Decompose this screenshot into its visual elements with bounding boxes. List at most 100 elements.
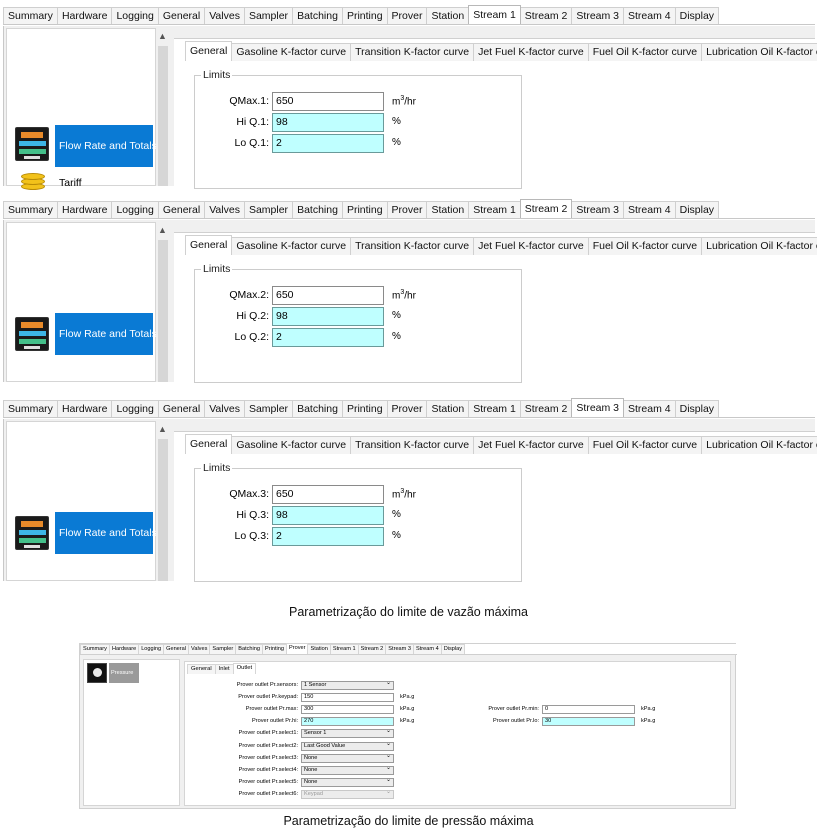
tab-general[interactable]: General <box>157 7 206 24</box>
lo-q-3-input[interactable]: 2 <box>272 527 384 546</box>
tab-stream-1[interactable]: Stream 1 <box>468 5 521 24</box>
tab-stream-4[interactable]: Stream 4 <box>623 400 676 417</box>
tab-hardware[interactable]: Hardware <box>56 400 113 417</box>
tab-prover[interactable]: Prover <box>386 201 428 218</box>
tab-hardware[interactable]: Hardware <box>56 7 113 24</box>
tab-general[interactable]: General <box>157 400 206 417</box>
qmax-1-input[interactable]: 650 <box>272 92 384 111</box>
mini-input[interactable]: 0 <box>542 705 635 714</box>
tab-stream-3[interactable]: Stream 3 <box>571 201 625 218</box>
mini-tab-logging[interactable]: Logging <box>138 644 165 654</box>
mini-subtab-inlet[interactable]: Inlet <box>214 664 234 674</box>
tab-batching[interactable]: Batching <box>292 400 343 417</box>
scroll-thumb[interactable] <box>158 46 168 186</box>
scroll-up-icon[interactable]: ▲ <box>158 31 167 41</box>
mini-select[interactable]: None <box>301 777 394 787</box>
mini-tab-stream-4[interactable]: Stream 4 <box>413 644 442 654</box>
tab-valves[interactable]: Valves <box>204 201 245 218</box>
tab-station[interactable]: Station <box>426 7 470 24</box>
mini-category-list[interactable]: Pressure <box>83 659 180 806</box>
tab-sampler[interactable]: Sampler <box>243 7 294 24</box>
tab-valves[interactable]: Valves <box>204 400 245 417</box>
tab-stream-2[interactable]: Stream 2 <box>519 7 573 24</box>
tab-stream-3[interactable]: Stream 3 <box>571 398 625 417</box>
tab-summary[interactable]: Summary <box>3 7 58 24</box>
mini-select[interactable]: Sensor 1 <box>301 728 394 739</box>
subtab-general[interactable]: General <box>185 41 233 61</box>
mini-tab-sampler[interactable]: Sampler <box>209 644 237 654</box>
mini-select[interactable]: None <box>301 765 394 775</box>
tab-stream-4[interactable]: Stream 4 <box>623 201 676 218</box>
hi-q-3-input[interactable]: 98 <box>272 506 384 525</box>
scroll-thumb[interactable] <box>158 439 168 581</box>
tab-stream-3[interactable]: Stream 3 <box>571 7 625 24</box>
mini-tab-printing[interactable]: Printing <box>262 644 287 654</box>
lo-q-1-input[interactable]: 2 <box>272 134 384 153</box>
subtab-gasoline-k-factor-curve[interactable]: Gasoline K-factor curve <box>231 237 352 255</box>
tab-sampler[interactable]: Sampler <box>243 201 294 218</box>
category-list[interactable]: Flow Rate and Totals <box>6 222 157 382</box>
tab-display[interactable]: Display <box>674 400 720 417</box>
subtab-jet-fuel-k-factor-curve[interactable]: Jet Fuel K-factor curve <box>473 43 589 61</box>
subtab-general[interactable]: General <box>185 434 233 454</box>
mini-subtab-outlet[interactable]: Outlet <box>232 663 257 674</box>
scroll-up-icon[interactable]: ▲ <box>158 225 167 235</box>
hi-q-1-input[interactable]: 98 <box>272 113 384 132</box>
lo-q-2-input[interactable]: 2 <box>272 328 384 347</box>
mini-input[interactable]: 30 <box>542 717 635 726</box>
subtab-fuel-oil-k-factor-curve[interactable]: Fuel Oil K-factor curve <box>587 237 703 255</box>
list-scrollbar[interactable]: ▲ <box>156 421 170 581</box>
subtab-transition-k-factor-curve[interactable]: Transition K-factor curve <box>350 43 475 61</box>
tab-stream-1[interactable]: Stream 1 <box>468 400 521 417</box>
hi-q-2-input[interactable]: 98 <box>272 307 384 326</box>
mini-tab-stream-3[interactable]: Stream 3 <box>385 644 414 654</box>
tab-batching[interactable]: Batching <box>292 7 343 24</box>
tab-logging[interactable]: Logging <box>111 7 159 24</box>
tab-station[interactable]: Station <box>426 201 470 218</box>
mini-tab-batching[interactable]: Batching <box>235 644 264 654</box>
mini-tab-prover[interactable]: Prover <box>285 643 309 654</box>
qmax-2-input[interactable]: 650 <box>272 286 384 305</box>
subtab-transition-k-factor-curve[interactable]: Transition K-factor curve <box>350 237 475 255</box>
mini-tab-valves[interactable]: Valves <box>188 644 211 654</box>
subtab-gasoline-k-factor-curve[interactable]: Gasoline K-factor curve <box>231 436 352 454</box>
subtab-general[interactable]: General <box>185 235 233 255</box>
tab-stream-4[interactable]: Stream 4 <box>623 7 676 24</box>
tab-batching[interactable]: Batching <box>292 201 343 218</box>
mini-tab-stream-2[interactable]: Stream 2 <box>357 644 387 654</box>
subtab-lubrication-oil-k-factor-curve[interactable]: Lubrication Oil K-factor curve <box>701 43 817 61</box>
mini-tab-stream-1[interactable]: Stream 1 <box>329 644 359 654</box>
mini-select[interactable]: None <box>301 753 394 763</box>
subtab-lubrication-oil-k-factor-curve[interactable]: Lubrication Oil K-factor curve <box>701 436 817 454</box>
list-item-pressure[interactable]: Pressure <box>109 663 139 683</box>
mini-subtab-general[interactable]: General <box>187 664 216 674</box>
scroll-up-icon[interactable]: ▲ <box>158 424 167 434</box>
subtab-gasoline-k-factor-curve[interactable]: Gasoline K-factor curve <box>231 43 352 61</box>
tab-stream-2[interactable]: Stream 2 <box>519 400 573 417</box>
tab-printing[interactable]: Printing <box>341 400 388 417</box>
mini-tab-station[interactable]: Station <box>307 644 331 654</box>
tab-prover[interactable]: Prover <box>386 400 428 417</box>
qmax-3-input[interactable]: 650 <box>272 485 384 504</box>
category-list[interactable]: Flow Rate and Totals <box>6 421 157 581</box>
subtab-fuel-oil-k-factor-curve[interactable]: Fuel Oil K-factor curve <box>587 436 703 454</box>
list-scrollbar[interactable]: ▲ <box>156 28 170 186</box>
subtab-fuel-oil-k-factor-curve[interactable]: Fuel Oil K-factor curve <box>587 43 703 61</box>
tab-valves[interactable]: Valves <box>204 7 245 24</box>
tab-printing[interactable]: Printing <box>341 201 388 218</box>
mini-tab-display[interactable]: Display <box>440 644 466 654</box>
subtab-transition-k-factor-curve[interactable]: Transition K-factor curve <box>350 436 475 454</box>
tab-logging[interactable]: Logging <box>111 201 159 218</box>
mini-tab-summary[interactable]: Summary <box>80 644 110 654</box>
tab-display[interactable]: Display <box>674 7 720 24</box>
scroll-thumb[interactable] <box>158 240 168 382</box>
list-scrollbar[interactable]: ▲ <box>156 222 170 382</box>
subtab-lubrication-oil-k-factor-curve[interactable]: Lubrication Oil K-factor curve <box>701 237 817 255</box>
tab-general[interactable]: General <box>157 201 206 218</box>
tab-summary[interactable]: Summary <box>3 201 58 218</box>
mini-select[interactable]: 1 Sensor <box>301 680 394 690</box>
tab-printing[interactable]: Printing <box>341 7 388 24</box>
tab-station[interactable]: Station <box>426 400 470 417</box>
subtab-jet-fuel-k-factor-curve[interactable]: Jet Fuel K-factor curve <box>473 237 589 255</box>
mini-input[interactable]: 150 <box>301 693 394 703</box>
